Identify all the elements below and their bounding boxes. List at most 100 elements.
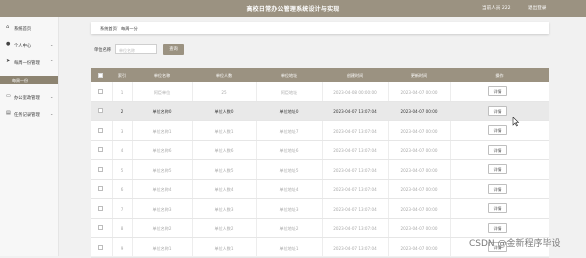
cell-count: 25 [221,89,227,95]
cell-address: 单位地址7 [279,128,299,134]
chevron-down-icon: ⌄ [50,94,54,99]
header-updated: 更新时间 [410,73,428,78]
cell-name: 单位名称0 [152,109,172,114]
table-row: 4 单位名称6 单位人数6 单位地址6 2023-04-07 13:07:04 … [91,141,549,160]
header-actions: 操作 [495,73,504,78]
cell-index: 1 [120,89,124,95]
cell-address: 单位地址5 [279,167,299,173]
cell-updated: 2023-04-07 00:00 [400,109,438,114]
cell-address: 单位地址1 [279,245,299,251]
cell-index: 2 [120,109,124,114]
data-table: 索引 单位名称 单位人数 单位地址 创建时间 更新时间 操作 1 阿臣单位 25… [91,68,549,258]
cell-created: 2023-04-07 13:07:04 [333,148,377,153]
sidebar-item-home[interactable]: ⌂ 系统首页 [0,23,58,33]
detail-button[interactable]: 详情 [488,144,507,155]
cell-index: 7 [120,206,124,212]
header-count: 单位人数 [215,73,233,78]
cell-address: 单位地址4 [279,187,299,192]
table-row: 7 单位名称3 单位人数3 单位地址3 2023-04-07 13:07:04 … [91,199,549,219]
cell-address: 单位地址3 [279,206,299,212]
cell-updated: 2023-04-07 00:00 [400,128,438,134]
document-icon: ▤ [6,110,11,116]
cell-address: 单位地址2 [279,226,299,231]
cell-count: 单位人数3 [214,206,234,212]
search-button[interactable]: 查询 [163,44,184,55]
breadcrumb: 系统首页 / 每周一分 [91,22,549,34]
row-checkbox[interactable] [98,225,103,230]
user-icon: ● [6,41,11,47]
mouse-cursor-icon [512,117,520,127]
cell-count: 单位人数2 [214,226,234,231]
cell-created: 2023-04-07 13:07:04 [333,167,377,173]
cell-updated: 2023-04-07 00:00 [400,148,438,153]
breadcrumb-separator: / [116,26,118,31]
chevron-down-icon: ⌄ [50,42,54,47]
cell-name: 单位名称6 [152,148,172,153]
detail-button[interactable]: 详情 [488,125,507,135]
table-row: 2 单位名称0 单位人数0 单位地址0 2023-04-07 13:07:04 … [91,101,549,121]
sidebar-item-weekly-management[interactable]: ➤ 每周一份管理 ⌃ [0,57,58,67]
detail-button[interactable]: 详情 [488,222,507,233]
cell-updated: 2023-04-07 00:00 [400,89,438,95]
cell-index: 6 [120,187,124,192]
cell-updated: 2023-04-07 00:00 [400,245,438,251]
sidebar-item-label: 系统首页 [14,26,32,32]
cell-updated: 2023-04-07 00:00 [400,226,438,231]
detail-button[interactable]: 详情 [488,164,507,174]
detail-button[interactable]: 详情 [488,203,507,213]
logout-link[interactable]: 退出登录 [528,5,546,11]
cell-name: 单位名称3 [152,206,172,212]
sidebar-item-personal-center[interactable]: ● 个人中心 ⌄ [0,40,58,50]
cell-updated: 2023-04-07 00:00 [400,187,438,192]
cell-count: 单位人数1 [214,128,234,134]
cell-address: 单位地址6 [279,148,299,153]
search-input[interactable]: 单位名称 [115,44,157,54]
sidebar-subitem-weekly[interactable]: 每周一份 [0,76,58,84]
row-checkbox[interactable] [98,244,103,250]
current-user: 当前人员 222 [482,6,511,11]
sidebar-item-label: 任务记录管理 [14,112,40,118]
row-checkbox[interactable] [98,166,103,172]
chevron-down-icon: ⌄ [50,111,54,116]
cell-updated: 2023-04-07 00:00 [400,206,438,212]
top-bar: 高校日常办公管理系统设计与实现 当前人员 222 退出登录 [0,0,586,17]
cell-count: 单位人数0 [214,109,234,114]
table-row: 3 单位名称1 单位人数1 单位地址7 2023-04-07 13:07:04 … [91,121,549,141]
cell-address: 单位地址0 [279,109,299,114]
cell-created: 2023-04-07 13:07:04 [333,128,377,134]
row-checkbox[interactable] [98,127,103,133]
watermark: CSDN @金新程序毕设 [469,239,561,249]
table-row: 6 单位名称4 单位人数4 单位地址4 2023-04-07 13:07:04 … [91,180,549,199]
cell-index: 4 [120,148,124,153]
sidebar-item-office-management[interactable]: ▭ 办公室政管理 ⌄ [0,92,58,102]
cell-created: 2023-04-07 13:07:04 [333,226,377,231]
cell-count: 单位人数6 [214,148,234,153]
search-label: 单位名称 [94,48,112,53]
cell-created: 2023-04-07 13:07:04 [333,109,377,114]
sidebar: ⌂ 系统首页 ● 个人中心 ⌄ ➤ 每周一份管理 ⌃ 每周一份 ▭ 办公室政管理… [0,17,59,256]
cell-count: 单位人数5 [214,167,234,173]
select-all-checkbox[interactable] [98,72,103,78]
send-icon: ➤ [6,58,11,64]
row-checkbox[interactable] [98,108,103,113]
header-index: 索引 [117,73,127,78]
detail-button[interactable]: 详情 [488,105,507,116]
row-checkbox[interactable] [98,88,103,94]
cell-name: 单位名称2 [152,226,172,231]
row-checkbox[interactable] [98,147,103,152]
table-row: 5 单位名称5 单位人数5 单位地址5 2023-04-07 13:07:04 … [91,160,549,180]
cell-created: 2023-04-07 13:07:04 [333,245,377,251]
cell-index: 3 [120,128,124,134]
row-checkbox[interactable] [98,186,103,191]
header-address: 单位地址 [280,73,298,78]
breadcrumb-home[interactable]: 系统首页 [100,26,117,32]
monitor-icon: ▭ [6,93,11,99]
table-row: 1 阿臣单位 25 阿臣地址 2023-04-08 00:00:00 2023-… [91,82,549,102]
cell-count: 单位人数1 [214,245,234,251]
detail-button[interactable]: 详情 [488,183,507,194]
sidebar-item-task-records[interactable]: ▤ 任务记录管理 ⌄ [0,109,58,119]
detail-button[interactable]: 详情 [488,86,507,96]
cell-created: 2023-04-07 13:07:04 [333,206,377,212]
table-header: 索引 单位名称 单位人数 单位地址 创建时间 更新时间 操作 [91,68,549,82]
row-checkbox[interactable] [98,205,103,211]
